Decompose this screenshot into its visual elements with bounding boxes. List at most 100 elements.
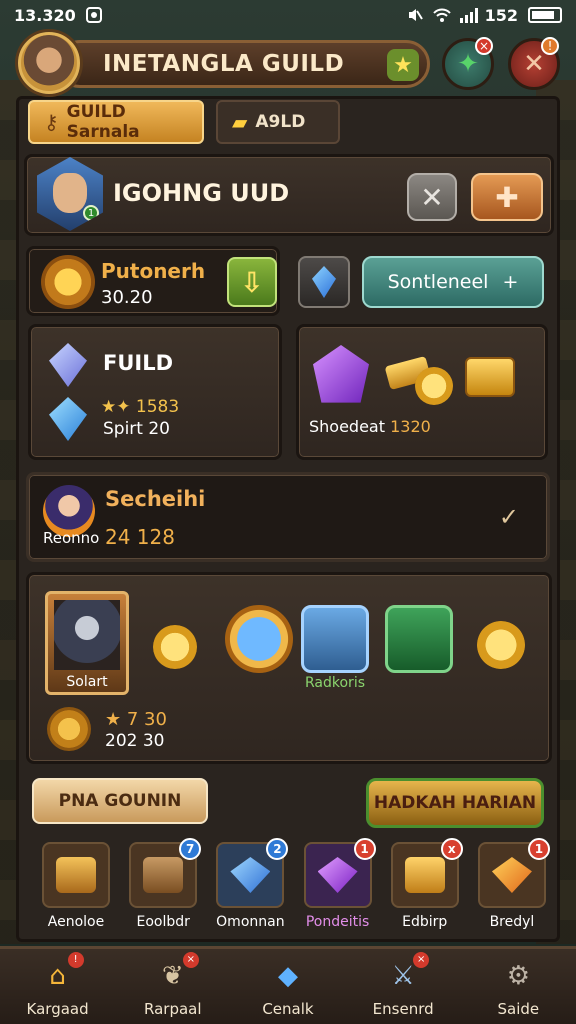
golden-pot-icon: [404, 857, 445, 893]
purple-crystal-icon: [317, 857, 358, 893]
item-aenoloe[interactable]: Aenoloe: [40, 842, 112, 930]
resource-card: Putonerh 30.20 ⇩: [26, 246, 280, 316]
leaf-button[interactable]: ✦ ×: [442, 37, 494, 90]
key-icon: ⚷: [44, 110, 59, 134]
gold-coin-icon: [153, 625, 197, 669]
second-hero-portrait[interactable]: [301, 605, 369, 673]
nav-kargaad[interactable]: ⌂ ! Kargaad: [8, 951, 108, 1018]
collect-button[interactable]: ⇩: [227, 257, 277, 307]
nav-cenalk[interactable]: ◆ Cenalk: [238, 956, 338, 1018]
guild-leader-face: [53, 173, 87, 213]
wifi-icon: [432, 7, 451, 23]
item-eoolbdr[interactable]: 7 Eoolbdr: [127, 838, 202, 930]
hero-card[interactable]: Secheihi Reonno 24 128 ✓: [26, 472, 550, 562]
sontleneel-label: Sontleneel: [387, 271, 489, 293]
item-badge: 2: [266, 838, 289, 860]
tab-gold-label: A9LD: [255, 112, 306, 132]
notification-badge: ×: [182, 951, 199, 968]
sun-emblem-icon: [41, 255, 95, 309]
fuild-card[interactable]: FUILD ★✦ 1583 Spirt 20: [28, 324, 282, 460]
favorite-star-icon[interactable]: ★: [387, 49, 419, 81]
item-box: x: [390, 838, 463, 908]
nav-ensenrd[interactable]: ⚔ × Ensenrd: [353, 951, 453, 1018]
portrait-image: [54, 600, 120, 670]
item-box: [42, 842, 110, 908]
guild-tabs: ⚷ GUILD Sarnala ▰ A9LD: [28, 100, 340, 144]
rewards-card: Solart Radkoris ★ 7 30 202 30: [26, 572, 552, 764]
leaf-icon: ✦: [457, 49, 479, 79]
item-bredyl[interactable]: 1 Bredyl: [476, 838, 550, 930]
notification-badge: !: [67, 951, 84, 968]
close-guild-button[interactable]: ✕ !: [508, 37, 560, 90]
hero-name: Secheihi: [105, 487, 206, 511]
nav-label: Ensenrd: [372, 999, 434, 1018]
nav-label: Kargaad: [26, 999, 89, 1018]
silver-gem-icon: [49, 343, 87, 387]
item-omonnan[interactable]: 2 Omonnan: [214, 838, 289, 930]
player-avatar[interactable]: [18, 32, 80, 94]
item-pondeitis[interactable]: 1 Pondeitis: [302, 838, 376, 930]
gem-button[interactable]: [298, 256, 350, 308]
checkmark-icon[interactable]: ✓: [499, 503, 519, 531]
shop-label-value: 1320: [390, 417, 431, 436]
shop-card[interactable]: Shoedeat 1320: [296, 324, 548, 460]
item-label: Bredyl: [489, 914, 535, 930]
reward-stat-2: 202 30: [105, 731, 165, 751]
gold-coin-icon: [415, 367, 453, 405]
notification-badge: ×: [413, 951, 430, 968]
add-member-button[interactable]: ✚: [471, 173, 543, 221]
signal-icon: [459, 7, 478, 23]
item-box: 7: [129, 838, 202, 908]
item-box: 2: [216, 838, 289, 908]
hero-portrait[interactable]: Solart: [45, 591, 129, 695]
tab-gold[interactable]: ▰ A9LD: [216, 100, 340, 144]
notification-badge: ×: [475, 37, 493, 55]
treasure-chest-icon: [465, 357, 515, 397]
notification-badge: !: [541, 37, 559, 55]
fuild-title: FUILD: [103, 351, 174, 375]
portrait-caption: Solart: [66, 674, 108, 690]
item-badge: 1: [353, 838, 376, 860]
guild-emblem[interactable]: 1: [37, 157, 103, 231]
pna-gounin-button[interactable]: PNA GOUNIN: [32, 778, 208, 824]
guild-level-badge: 1: [83, 205, 99, 221]
shop-label-prefix: Shoedeat: [309, 417, 386, 436]
shop-label: Shoedeat 1320: [309, 417, 431, 436]
star-icon: ★✦: [101, 397, 131, 417]
gold-coin-icon: [477, 621, 525, 669]
blue-crystal-icon: [230, 857, 271, 893]
status-time: 13.320: [14, 5, 76, 25]
sontleneel-button[interactable]: Sontleneel +: [362, 256, 544, 308]
item-label: Eoolbdr: [136, 914, 190, 930]
item-badge: x: [440, 838, 463, 860]
blue-gem-reward[interactable]: [225, 605, 293, 673]
blue-crystal-icon: [49, 397, 87, 441]
nav-rarpaal[interactable]: ❦ × Rarpaal: [123, 951, 223, 1018]
battery-percent: 152: [484, 5, 518, 25]
mute-icon: [407, 7, 423, 23]
nav-saide[interactable]: ⚙ Saide: [468, 956, 568, 1018]
item-edbirp[interactable]: x Edbirp: [389, 838, 463, 930]
guild-name: IGOHNG UUD: [113, 179, 290, 207]
item-label: Edbirp: [402, 914, 448, 930]
green-gem-reward[interactable]: [385, 605, 453, 673]
item-badge: 1: [527, 838, 550, 860]
nav-label: Cenalk: [262, 999, 314, 1018]
item-label: Aenoloe: [47, 914, 105, 930]
gear-icon: ⚙: [506, 960, 530, 991]
crystal-icon: ◆: [277, 960, 298, 991]
purple-gem-icon: [313, 345, 369, 403]
guild-header: INETANGLA GUILD ★ ✦ × ✕ !: [12, 32, 564, 94]
guild-title-bar: INETANGLA GUILD ★: [56, 40, 430, 88]
bottom-navigation: ⌂ ! Kargaad ❦ × Rarpaal ◆ Cenalk ⚔ × Ens…: [0, 946, 576, 1024]
daily-mission-button[interactable]: HADKAH HARIAN: [366, 778, 544, 828]
tab-guild[interactable]: ⚷ GUILD Sarnala: [28, 100, 204, 144]
resource-value: 30.20: [101, 287, 153, 308]
item-label: Omonnan: [216, 914, 285, 930]
fuild-stars-value: 1583: [135, 397, 180, 417]
item-label: Pondeitis: [305, 914, 370, 930]
crossed-swords-icon: ✕: [523, 49, 545, 79]
leave-guild-button[interactable]: ✕: [407, 173, 457, 221]
item-box: 1: [477, 838, 550, 908]
blue-gem-icon: [312, 266, 336, 298]
